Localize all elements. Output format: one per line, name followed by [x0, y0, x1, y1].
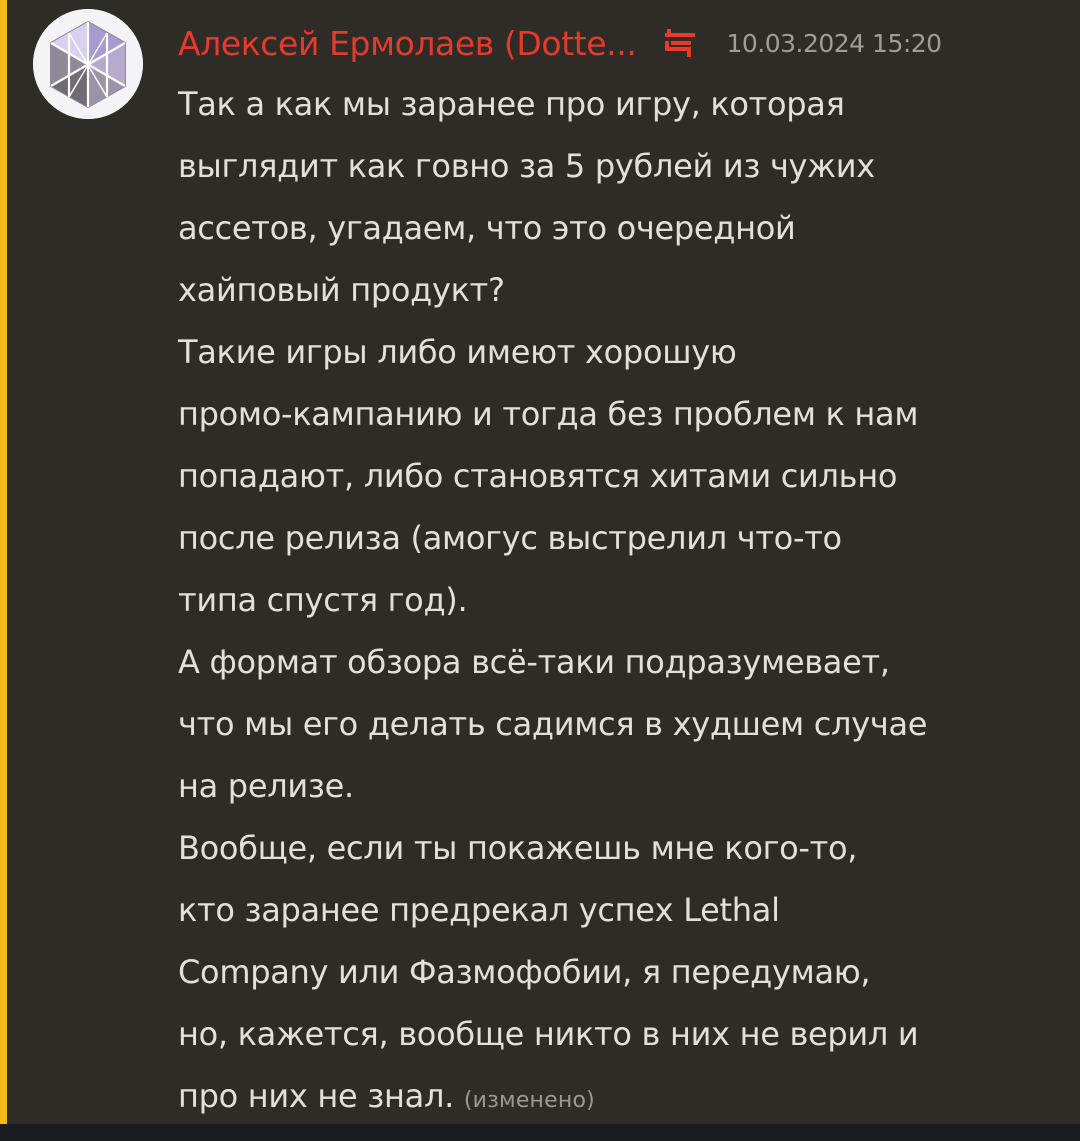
message-body[interactable]: Так а как мы заранее про игру, которая в…: [178, 73, 1068, 1132]
server-role-icon: [660, 23, 700, 63]
geometric-avatar-icon: [33, 9, 143, 119]
mention-highlight-bar: [0, 0, 7, 1124]
author-name[interactable]: Алексей Ермолаев (Dotte...: [178, 24, 637, 63]
message-header: Алексей Ермолаев (Dotte... 10.03.2024 15…: [178, 18, 1068, 68]
message-timestamp: 10.03.2024 15:20: [726, 28, 942, 58]
message-paragraph-4: Вообще, если ты покажешь мне кого-то, кт…: [178, 817, 1068, 1132]
message-paragraph-3: А формат обзора всё-таки подразумевает, …: [178, 643, 928, 805]
chat-message-view: Алексей Ермолаев (Dotte... 10.03.2024 15…: [0, 0, 1080, 1141]
message-paragraph-4-text: Вообще, если ты покажешь мне кого-то, кт…: [178, 829, 919, 1115]
message-paragraph-1: Так а как мы заранее про игру, которая в…: [178, 85, 875, 309]
bottom-divider-strip: [0, 1124, 1080, 1141]
user-avatar[interactable]: [33, 9, 143, 119]
message-paragraph-2: Такие игры либо имеют хорошую промо-камп…: [178, 333, 919, 619]
edited-label: (изменено): [463, 1088, 595, 1113]
